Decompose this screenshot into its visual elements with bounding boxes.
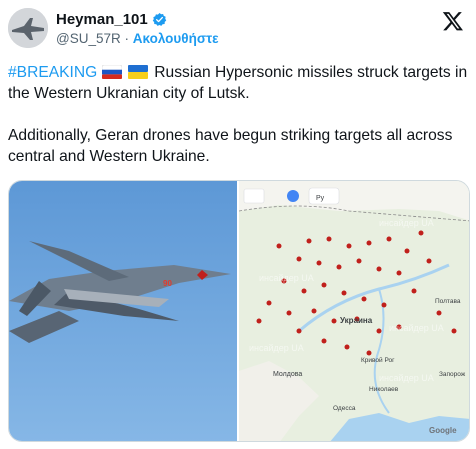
- aircraft-number: 90: [163, 279, 172, 288]
- hashtag-link[interactable]: #BREAKING: [8, 64, 97, 81]
- map-label-zaporizhzhia: Запорож: [439, 371, 466, 378]
- map-label-moldova: Молдова: [273, 371, 302, 378]
- tweet-text: #BREAKING Russian Hypersonic missiles st…: [8, 62, 468, 167]
- follow-button[interactable]: Ακολουθήστε: [133, 31, 219, 46]
- ukraine-flag-icon: [127, 65, 148, 79]
- strike-map[interactable]: Украина Молдова Полтава Кривой Рог Никол…: [239, 181, 470, 442]
- handle-line: @SU_57R · Ακολουθήστε: [56, 31, 219, 46]
- google-logo: Google: [429, 426, 457, 435]
- tweet-header: Heyman_101 @SU_57R · Ακολουθήστε: [0, 0, 476, 58]
- author-name[interactable]: Heyman_101: [56, 11, 148, 28]
- map-label-mykolaiv: Николаев: [369, 386, 399, 393]
- x-logo-icon[interactable]: [442, 10, 464, 32]
- watermark-4: инсайдер UA: [249, 343, 304, 353]
- author-handle[interactable]: @SU_57R: [56, 31, 121, 46]
- verified-badge-icon: [152, 12, 166, 26]
- watermark-5: инсайдер UA: [379, 373, 434, 383]
- watermark-2: инсайдер UA: [259, 273, 314, 283]
- russia-flag-icon: [101, 65, 122, 79]
- avatar[interactable]: [8, 8, 48, 48]
- tweet-paragraph-1: #BREAKING Russian Hypersonic missiles st…: [8, 62, 468, 104]
- watermark-3: инсайдер UA: [389, 323, 444, 333]
- separator-dot: ·: [124, 31, 130, 46]
- author-name-row[interactable]: Heyman_101: [56, 11, 167, 28]
- map-label-country: Украина: [340, 316, 373, 325]
- tweet-paragraph-2: Additionally, Geran drones have begun st…: [8, 127, 453, 165]
- media-grid[interactable]: 90 Украина Молдова Полтава Кривой Рог Ни…: [8, 180, 470, 442]
- aircraft-photo[interactable]: 90: [9, 181, 237, 442]
- map-label-kryvyi-rih: Кривой Рог: [361, 356, 395, 364]
- map-label-poltava: Полтава: [435, 298, 461, 305]
- watermark-1: инсайдер UA: [379, 218, 434, 228]
- map-label-russia: Ру: [316, 195, 325, 202]
- map-label-odesa: Одесса: [333, 405, 356, 412]
